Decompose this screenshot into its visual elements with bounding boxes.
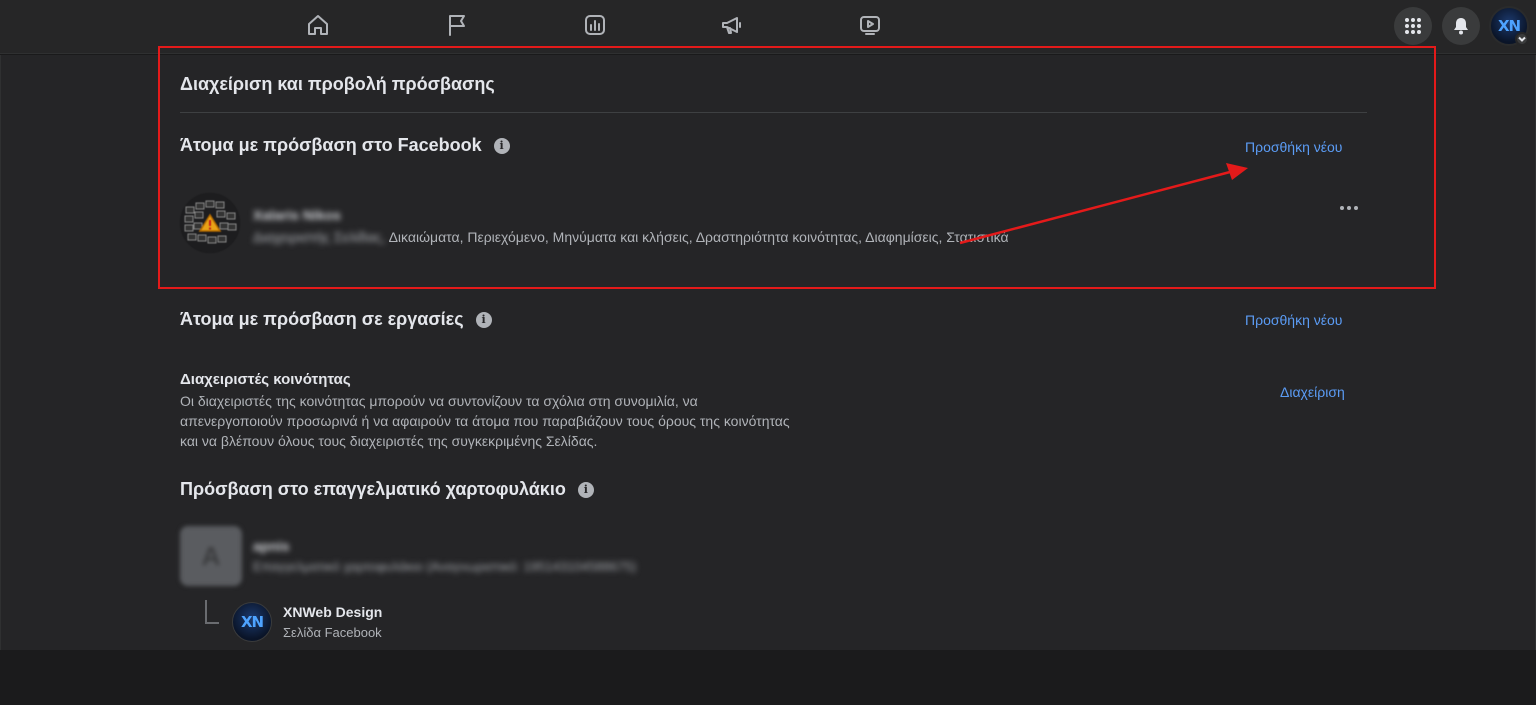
top-navigation-bar: XN (0, 0, 1536, 54)
facebook-access-title: Άτομα με πρόσβαση στο Facebook (180, 135, 482, 155)
business-portfolio-title: Πρόσβαση στο επαγγελματικό χαρτοφυλάκιο (180, 479, 566, 499)
chevron-down-icon[interactable] (1515, 32, 1529, 46)
info-icon[interactable]: i (475, 311, 492, 328)
manage-moderators-button[interactable]: Διαχείριση (1280, 384, 1345, 400)
insights-icon[interactable] (582, 12, 608, 38)
moderators-title: Διαχειριστές κοινότητας (180, 371, 351, 388)
profile-logo: XN (1497, 17, 1521, 35)
page-type: Σελίδα Facebook (283, 625, 382, 640)
portfolio-subtitle: Επαγγελματικό χαρτοφυλάκιο (Αναγνωριστικ… (253, 559, 637, 574)
page-logo: XN (240, 613, 264, 631)
add-facebook-access-button[interactable]: Προσθήκη νέου (1245, 139, 1342, 155)
add-task-access-button[interactable]: Προσθήκη νέου (1245, 312, 1342, 328)
portfolio-initial: A (201, 540, 221, 571)
task-access-title: Άτομα με πρόσβαση σε εργασίες (180, 309, 464, 329)
info-icon[interactable]: i (577, 481, 594, 498)
task-access-heading: Άτομα με πρόσβαση σε εργασίες i (180, 309, 492, 330)
home-icon[interactable] (305, 12, 331, 38)
footer-background (0, 650, 1536, 705)
page-title: Διαχείριση και προβολή πρόσβασης (180, 74, 495, 94)
moderators-description: Οι διαχειριστές της κοινότητας μπορούν ν… (180, 393, 790, 449)
divider (180, 112, 1367, 113)
facebook-access-heading: Άτομα με πρόσβαση στο Facebook i (180, 135, 510, 156)
person-avatar[interactable] (180, 193, 240, 253)
permissions-list: Δικαιώματα, Περιεχόμενο, Μηνύματα και κλ… (385, 229, 1009, 245)
person-name[interactable]: Xalaris Nikos (253, 207, 341, 223)
grid-menu-icon[interactable] (1394, 7, 1432, 45)
more-options-icon[interactable] (1336, 198, 1362, 218)
page-name[interactable]: XNWeb Design (283, 604, 382, 620)
portfolio-avatar: A (180, 526, 242, 586)
business-portfolio-heading: Πρόσβαση στο επαγγελματικό χαρτοφυλάκιο … (180, 479, 594, 500)
flag-icon[interactable] (444, 12, 470, 38)
person-role: Διαχειριστής Σελίδας, (253, 229, 386, 245)
page-avatar[interactable]: XN (232, 602, 272, 642)
person-permissions: Διαχειριστής Σελίδας, Δικαιώματα, Περιεχ… (253, 229, 1009, 245)
portfolio-name[interactable]: apnis (253, 538, 290, 554)
megaphone-icon[interactable] (719, 12, 745, 38)
video-icon[interactable] (857, 12, 883, 38)
info-icon[interactable]: i (493, 137, 510, 154)
tree-connector (205, 600, 219, 624)
bell-icon[interactable] (1442, 7, 1480, 45)
profile-avatar[interactable]: XN (1489, 6, 1529, 46)
